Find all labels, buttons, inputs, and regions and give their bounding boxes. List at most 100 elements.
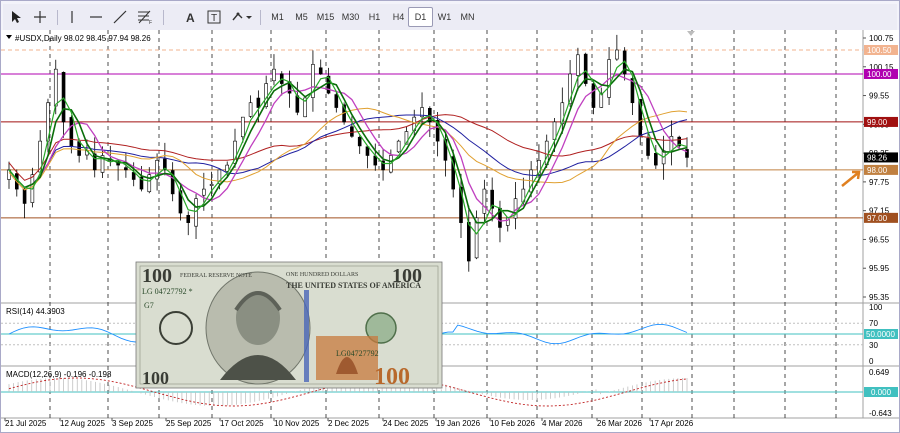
toolbar-separator <box>163 10 164 25</box>
candle-body <box>295 95 300 113</box>
price-label: 95.95 <box>869 264 890 273</box>
candle-body <box>256 97 261 108</box>
price-label: 95.35 <box>869 293 890 302</box>
svg-text:T: T <box>211 13 217 24</box>
level-tag-label: 100.50 <box>867 46 892 55</box>
rsi-level-tag-label: 50.0000 <box>866 330 895 339</box>
vertical-line-icon[interactable] <box>63 7 81 27</box>
date-label: 10 Feb 2026 <box>490 419 535 428</box>
banknote-image: 100 100100 100FEDERAL RESERVE NOTE ONE HUND… <box>135 261 443 390</box>
price-label: 97.75 <box>869 178 890 187</box>
candle-body <box>61 71 66 123</box>
denomination-top-left: 100 <box>142 265 172 287</box>
shapes-dropdown-icon[interactable] <box>229 7 255 27</box>
denomination-bottom-right: 100 <box>374 364 410 390</box>
date-label: 17 Apr 2026 <box>650 419 694 428</box>
rsi-scale-label: 100 <box>869 303 883 312</box>
candle-body <box>53 68 58 107</box>
candle-body <box>576 54 580 76</box>
candle-body <box>396 140 401 153</box>
toolbar-separator <box>260 10 261 25</box>
crosshair-icon[interactable] <box>31 7 49 27</box>
level-tag-label: 99.00 <box>867 118 888 127</box>
toolbar: F A T M1 M5 M15 M30 H1 H4 D1 W1 MN <box>3 4 897 31</box>
horizontal-line-icon[interactable] <box>87 7 105 27</box>
symbol-title: #USDX,Daily 98.02 98.45 97.94 98.26 <box>15 34 151 43</box>
price-label: 100.75 <box>869 34 894 43</box>
rsi-scale-label: 70 <box>869 319 878 328</box>
text-label-icon[interactable]: T <box>205 7 223 27</box>
banknote-header-country: THE UNITED STATES OF AMERICA <box>286 281 421 290</box>
macd-title: MACD(12,26,9) -0.196 -0.198 <box>6 370 112 379</box>
timeframe-h1-button[interactable]: H1 <box>363 7 386 27</box>
date-label: 4 Mar 2026 <box>542 419 583 428</box>
macd-zero-tag-label: 0.000 <box>871 388 892 397</box>
current-price-label: 98.26 <box>867 153 888 162</box>
candle-body <box>240 116 245 138</box>
fibonacci-icon[interactable]: F <box>135 7 155 27</box>
candle-body <box>194 198 198 227</box>
candle-body <box>186 215 191 223</box>
date-label: 17 Oct 2025 <box>220 419 264 428</box>
macd-scale-label: 0.649 <box>869 368 890 377</box>
security-ribbon <box>304 290 309 382</box>
candle-body <box>646 138 650 156</box>
price-label: 99.55 <box>869 92 890 101</box>
candle-body <box>202 188 206 196</box>
candle-body <box>22 188 27 204</box>
date-label: 10 Nov 2025 <box>274 419 320 428</box>
candle-body <box>474 217 479 259</box>
date-label: 3 Sep 2025 <box>112 419 153 428</box>
timeframe-m5-button[interactable]: M5 <box>290 7 313 27</box>
timeframe-mn-button[interactable]: MN <box>456 7 479 27</box>
text-icon[interactable]: A <box>181 7 199 27</box>
timeframe-d1-button[interactable]: D1 <box>408 7 433 27</box>
banknote-header-reserve: FEDERAL RESERVE NOTE <box>180 273 252 279</box>
date-label: 24 Dec 2025 <box>383 419 429 428</box>
timeframe-w1-button[interactable]: W1 <box>433 7 456 27</box>
chart-area: 100.75100.1599.5598.9598.3597.7597.1596.… <box>1 30 899 432</box>
serial-block-letter: G7 <box>144 301 154 310</box>
date-label: 19 Jan 2026 <box>436 419 481 428</box>
candle-body <box>334 94 339 108</box>
candle-body <box>482 188 487 214</box>
candle-body <box>654 152 658 166</box>
svg-text:F: F <box>149 20 152 25</box>
rsi-scale-label: 0 <box>869 357 874 366</box>
trendline-icon[interactable] <box>111 7 129 27</box>
toolbar-separator <box>57 10 58 25</box>
banknote-header-value: ONE HUNDRED DOLLARS <box>286 272 358 278</box>
candle-body <box>124 167 128 171</box>
timeframe-m15-button[interactable]: M15 <box>314 7 337 27</box>
candle-body <box>615 49 619 60</box>
date-label: 26 Mar 2026 <box>597 419 642 428</box>
candle-body <box>248 102 253 117</box>
timeframe-m30-button[interactable]: M30 <box>339 7 362 27</box>
cursor-icon[interactable] <box>7 7 25 27</box>
candle-body <box>466 221 471 262</box>
serial-number-bottom: LG04727792 <box>336 349 379 358</box>
rsi-title: RSI(14) 44.3903 <box>6 307 65 316</box>
date-label: 25 Sep 2025 <box>166 419 212 428</box>
date-label: 12 Aug 2025 <box>60 419 105 428</box>
rsi-scale-label: 30 <box>869 341 878 350</box>
level-tag-label: 97.00 <box>867 214 888 223</box>
level-tag-label: 100.00 <box>867 70 892 79</box>
serial-number-top: LG 04727792 * <box>142 287 193 296</box>
candle-body <box>69 117 74 147</box>
date-label: 2 Dec 2025 <box>328 419 369 428</box>
denomination-bottom-left: 100 <box>142 368 169 388</box>
timeframe-h4-button[interactable]: H4 <box>387 7 410 27</box>
candle-body <box>209 183 214 186</box>
svg-text:A: A <box>186 11 195 24</box>
candle-body <box>350 126 354 137</box>
candle-body <box>131 172 136 180</box>
chart-window: F A T M1 M5 M15 M30 H1 H4 D1 W1 MN 100.75 100.15 9… <box>0 0 900 433</box>
price-label: 96.55 <box>869 235 890 244</box>
timeframe-m1-button[interactable]: M1 <box>266 7 289 27</box>
candle-body <box>591 83 596 108</box>
candle-body <box>272 68 276 82</box>
candle-body <box>318 67 323 75</box>
candle-body <box>357 136 362 147</box>
date-label: 21 Jul 2025 <box>5 419 47 428</box>
